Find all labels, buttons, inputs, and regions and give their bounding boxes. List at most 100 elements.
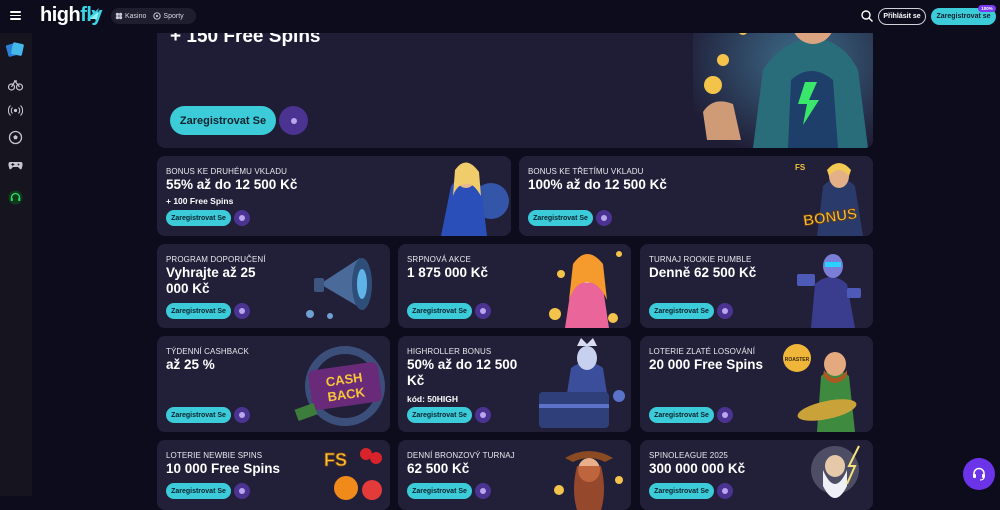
promo-card-newbie-spins[interactable]: LOTERIE NEWBIE SPINS 10 000 Free Spins Z… xyxy=(157,440,390,510)
roaster-art-text: ROASTER xyxy=(785,357,810,363)
hero-info-button[interactable] xyxy=(279,106,308,135)
tab-casino-label: Kasino xyxy=(125,12,147,20)
promo-info-button[interactable] xyxy=(717,483,733,499)
info-icon xyxy=(239,488,245,494)
promo-register-button[interactable]: Zaregistrovat Se xyxy=(166,210,231,226)
promo-title: Denně 62 500 Kč xyxy=(649,265,757,280)
promo-tag: TÝDENNÍ CASHBACK xyxy=(166,347,249,356)
promo-tag: DENNÍ BRONZOVÝ TURNAJ xyxy=(407,451,515,460)
promo-info-button[interactable] xyxy=(234,483,250,499)
promo-tag: BONUS KE DRUHÉMU VKLADU xyxy=(166,167,287,176)
promo-info-button[interactable] xyxy=(717,303,733,319)
gamepad-icon[interactable] xyxy=(8,157,23,172)
promo-tag: BONUS KE TŘETÍMU VKLADU xyxy=(528,167,644,176)
promo-card-spinoleague[interactable]: SPINOLEAGUE 2025 300 000 000 Kč Zaregist… xyxy=(640,440,873,510)
promo-register-button[interactable]: Zaregistrovat Se xyxy=(407,483,472,499)
promo-register-button[interactable]: Zaregistrovat Se xyxy=(407,303,472,319)
search-icon[interactable] xyxy=(861,10,873,22)
live-signal-icon[interactable] xyxy=(8,103,23,118)
promo-bonus-hero-image: BONUSFS xyxy=(787,156,873,236)
soccer-ball-icon[interactable] xyxy=(8,130,23,145)
hamburger-menu-icon[interactable] xyxy=(10,11,21,20)
promo-title: Vyhrajte až 25 000 Kč xyxy=(166,265,256,296)
promo-register-button[interactable]: Zaregistrovat Se xyxy=(166,407,231,423)
promo-register-button[interactable]: Zaregistrovat Se xyxy=(649,483,714,499)
promo-info-button[interactable] xyxy=(234,303,250,319)
promo-info-button[interactable] xyxy=(475,483,491,499)
promo-register-button[interactable]: Zaregistrovat Se xyxy=(528,210,593,226)
register-badge: 100% xyxy=(978,5,996,12)
promo-girl-coins-image xyxy=(541,244,631,328)
logo-wing-icon xyxy=(87,8,99,19)
promo-info-button[interactable] xyxy=(234,407,250,423)
top-bar: highfly Kasino Sporty Přihlásit se Zareg… xyxy=(0,0,1000,33)
promo-info-button[interactable] xyxy=(234,210,250,226)
promo-megaphone-image xyxy=(300,244,390,328)
promo-register-button[interactable]: Zaregistrovat Se xyxy=(166,483,231,499)
promo-subtitle: kód: 50HIGH xyxy=(407,394,459,404)
promo-fisherman-image: ROASTER xyxy=(777,336,873,432)
promo-register-button[interactable]: Zaregistrovat Se xyxy=(649,407,714,423)
info-icon xyxy=(239,215,245,221)
promo-title: 10 000 Free Spins xyxy=(166,461,281,476)
tab-casino[interactable]: Kasino xyxy=(115,12,146,20)
promo-register-button[interactable]: Zaregistrovat Se xyxy=(649,303,714,319)
promo-title: 100% až do 12 500 Kč xyxy=(528,177,667,192)
promo-fruits-image: FS xyxy=(310,440,390,510)
promo-cowgirl-image xyxy=(547,440,631,510)
info-icon xyxy=(239,412,245,418)
promo-card-referral[interactable]: PROGRAM DOPORUČENÍ Vyhrajte až 25 000 Kč… xyxy=(157,244,390,328)
headset-icon[interactable] xyxy=(8,190,23,205)
promo-card-gold-lottery[interactable]: LOTERIE ZLATÉ LOSOVÁNÍ 20 000 Free Spins… xyxy=(640,336,873,432)
promo-robot-fighter-image xyxy=(785,244,873,328)
fs-art-text: FS xyxy=(324,450,347,470)
promo-card-second-deposit[interactable]: BONUS KE DRUHÉMU VKLADU 55% až do 12 500… xyxy=(157,156,511,236)
promo-tag: LOTERIE ZLATÉ LOSOVÁNÍ xyxy=(649,347,756,356)
info-icon xyxy=(722,488,728,494)
promo-cashback-image: CASHBACK xyxy=(290,336,390,432)
promo-title: až 25 % xyxy=(166,357,215,372)
promo-title: 300 000 000 Kč xyxy=(649,461,746,476)
promo-card-cashback[interactable]: TÝDENNÍ CASHBACK až 25 % Zaregistrovat S… xyxy=(157,336,390,432)
promo-info-button[interactable] xyxy=(717,407,733,423)
hero-register-button[interactable]: Zaregistrovat Se xyxy=(170,106,276,135)
promo-tag: HIGHROLLER BONUS xyxy=(407,347,492,356)
promo-card-highroller[interactable]: HIGHROLLER BONUS 50% až do 12 500 Kč kód:… xyxy=(398,336,631,432)
info-icon xyxy=(480,488,486,494)
promo-info-button[interactable] xyxy=(475,407,491,423)
info-icon xyxy=(480,308,486,314)
login-button[interactable]: Přihlásit se xyxy=(878,8,926,25)
bicycle-icon[interactable] xyxy=(8,77,23,92)
info-icon xyxy=(601,215,607,221)
promo-queen-chest-image xyxy=(535,336,631,432)
promo-info-button[interactable] xyxy=(596,210,612,226)
promo-tag: SRPNOVÁ AKCE xyxy=(407,255,471,264)
promo-tag: TURNAJ ROOKIE RUMBLE xyxy=(649,255,752,264)
promo-subtitle: + 100 Free Spins xyxy=(166,196,234,206)
tab-sports[interactable]: Sporty xyxy=(153,12,184,20)
support-chat-button[interactable] xyxy=(963,458,995,490)
info-icon xyxy=(722,308,728,314)
info-icon xyxy=(480,412,486,418)
headset-icon xyxy=(973,467,985,481)
sports-icon xyxy=(153,12,162,20)
promo-register-button[interactable]: Zaregistrovat Se xyxy=(166,303,231,319)
cards-icon[interactable] xyxy=(5,41,25,58)
promo-title: 20 000 Free Spins xyxy=(649,357,764,372)
info-icon xyxy=(239,308,245,314)
promo-tag: PROGRAM DOPORUČENÍ xyxy=(166,255,266,264)
product-switch: Kasino Sporty xyxy=(111,8,196,24)
promo-title: 55% až do 12 500 Kč + 100 Free Spins xyxy=(166,177,297,209)
info-icon xyxy=(722,412,728,418)
promo-title: 62 500 Kč xyxy=(407,461,470,476)
promo-card-third-deposit[interactable]: BONUS KE TŘETÍMU VKLADU 100% až do 12 50… xyxy=(519,156,873,236)
promo-info-button[interactable] xyxy=(475,303,491,319)
fs-art-text: FS xyxy=(795,163,806,172)
promo-card-august[interactable]: SRPNOVÁ AKCE 1 875 000 Kč Zaregistrovat … xyxy=(398,244,631,328)
casino-icon xyxy=(115,12,123,20)
promo-card-rookie-rumble[interactable]: TURNAJ ROOKIE RUMBLE Denně 62 500 Kč Zar… xyxy=(640,244,873,328)
promo-register-button[interactable]: Zaregistrovat Se xyxy=(407,407,472,423)
tab-sports-label: Sporty xyxy=(163,12,184,20)
promo-card-bronze-tournament[interactable]: DENNÍ BRONZOVÝ TURNAJ 62 500 Kč Zaregist… xyxy=(398,440,631,510)
promo-woman-image xyxy=(421,156,511,236)
